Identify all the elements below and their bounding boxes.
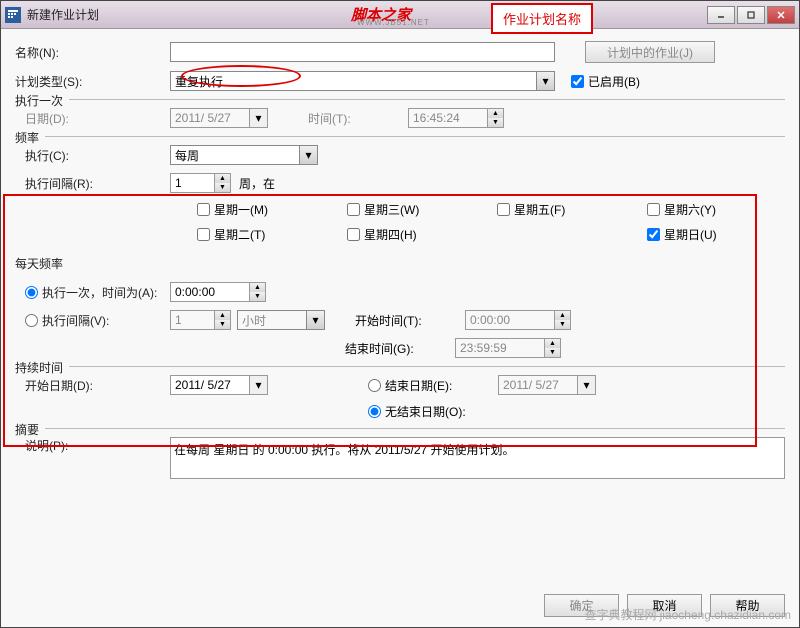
help-button[interactable]: 帮助: [710, 594, 785, 617]
time-input: [408, 108, 488, 128]
window-title: 新建作业计划: [27, 6, 99, 23]
type-label: 计划类型(S):: [15, 73, 170, 90]
jobs-in-schedule-button[interactable]: 计划中的作业(J): [585, 41, 715, 63]
time-spinner: ▲▼: [408, 108, 504, 128]
app-icon: [5, 7, 21, 23]
interval-label: 执行间隔(R):: [15, 175, 170, 192]
enabled-label: 已启用(B): [588, 73, 640, 90]
date-label: 日期(D):: [15, 110, 170, 127]
dialog-window: 新建作业计划 名称(N): 计划中的作业(J) 计划类型(S): ▾ 已启用(B…: [0, 0, 800, 628]
date-picker: ▾: [170, 108, 268, 128]
date-input: [170, 108, 250, 128]
dialog-content: 名称(N): 计划中的作业(J) 计划类型(S): ▾ 已启用(B) 执行一次 …: [1, 29, 799, 627]
name-label: 名称(N):: [15, 44, 170, 61]
name-input[interactable]: [170, 42, 555, 62]
week-unit-label: 周，在: [239, 175, 275, 192]
chevron-down-icon[interactable]: ▾: [537, 71, 555, 91]
enabled-checkbox[interactable]: 已启用(B): [571, 73, 640, 90]
interval-input[interactable]: [170, 173, 215, 193]
maximize-button[interactable]: [737, 6, 765, 24]
once-legend: 执行一次: [15, 92, 69, 109]
annotation-box: [3, 194, 757, 447]
minimize-button[interactable]: [707, 6, 735, 24]
enabled-check[interactable]: [571, 75, 584, 88]
frequency-legend: 频率: [15, 129, 45, 146]
type-combo[interactable]: ▾: [170, 71, 555, 91]
exec-value[interactable]: [170, 145, 300, 165]
titlebar[interactable]: 新建作业计划: [1, 1, 799, 29]
close-button[interactable]: [767, 6, 795, 24]
calendar-icon: ▾: [250, 108, 268, 128]
interval-spinner[interactable]: ▲▼: [170, 173, 231, 193]
chevron-down-icon[interactable]: ▾: [300, 145, 318, 165]
once-group: 执行一次 日期(D): ▾ 时间(T): ▲▼: [15, 99, 785, 128]
ok-button[interactable]: 确定: [544, 594, 619, 617]
exec-label: 执行(C):: [15, 147, 170, 164]
time-label: 时间(T):: [308, 110, 408, 127]
cancel-button[interactable]: 取消: [627, 594, 702, 617]
exec-combo[interactable]: ▾: [170, 145, 318, 165]
type-combo-value[interactable]: [170, 71, 537, 91]
